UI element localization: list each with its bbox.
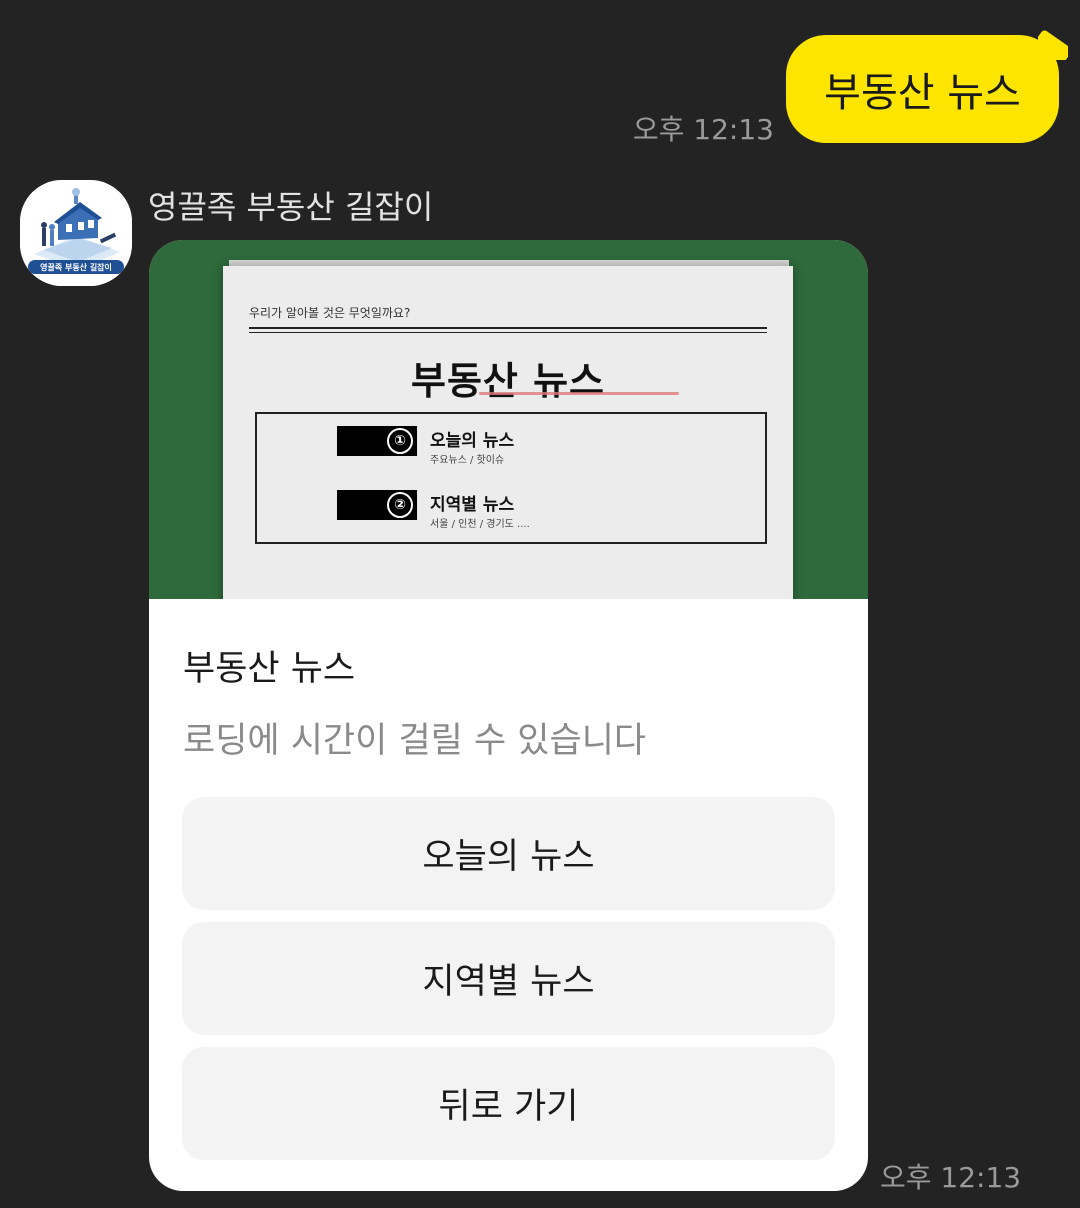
card-image[interactable]: 우리가 알아볼 것은 무엇일까요? 부동산 뉴스 ① 오늘의 뉴스 주요뉴스 /… xyxy=(149,240,868,599)
menu-item-subtitle: 주요뉴스 / 핫이슈 xyxy=(430,455,505,466)
newspaper-underline xyxy=(479,392,679,395)
message-card: 우리가 알아볼 것은 무엇일까요? 부동산 뉴스 ① 오늘의 뉴스 주요뉴스 /… xyxy=(149,240,868,1191)
menu-item-marker: ① xyxy=(337,426,417,456)
card-title: 부동산 뉴스 xyxy=(183,649,356,689)
menu-item-subtitle: 서울 / 인천 / 경기도 .... xyxy=(430,519,530,530)
menu-item-title: 오늘의 뉴스 xyxy=(430,431,515,451)
avatar-caption: 영끌족 부동산 길잡이 xyxy=(40,262,112,272)
newspaper-title: 부동산 뉴스 xyxy=(410,359,606,403)
newspaper: 우리가 알아볼 것은 무엇일까요? 부동산 뉴스 ① 오늘의 뉴스 주요뉴스 /… xyxy=(223,266,793,599)
number-one-icon: ① xyxy=(387,428,413,454)
newspaper-subtitle: 우리가 알아볼 것은 무엇일까요? xyxy=(249,306,411,320)
button-label: 뒤로 가기 xyxy=(438,1087,579,1127)
outgoing-message-text: 부동산 뉴스 xyxy=(824,70,1021,116)
regional-news-button[interactable]: 지역별 뉴스 xyxy=(182,922,835,1035)
button-label: 지역별 뉴스 xyxy=(422,962,595,1002)
menu-item-marker: ② xyxy=(337,490,417,520)
outgoing-message-bubble[interactable]: 부동산 뉴스 xyxy=(786,35,1059,143)
number-two-icon: ② xyxy=(387,492,413,518)
newspaper-menu-box: ① 오늘의 뉴스 주요뉴스 / 핫이슈 ② 지역별 뉴스 서울 / 인천 / 경… xyxy=(255,412,767,544)
card-description: 로딩에 시간이 걸릴 수 있습니다 xyxy=(183,721,647,761)
newspaper-rule xyxy=(249,327,767,329)
sender-avatar[interactable]: 영끌족 부동산 길잡이 xyxy=(20,180,132,286)
menu-item-title: 지역별 뉴스 xyxy=(430,495,515,515)
button-label: 오늘의 뉴스 xyxy=(422,837,595,877)
outgoing-message-time: 오후 12:13 xyxy=(632,113,774,146)
incoming-message-time: 오후 12:13 xyxy=(880,1161,1022,1194)
todays-news-button[interactable]: 오늘의 뉴스 xyxy=(182,797,835,910)
newspaper-rule xyxy=(249,332,767,333)
sender-name: 영끌족 부동산 길잡이 xyxy=(148,188,434,226)
house-logo-icon: 영끌족 부동산 길잡이 xyxy=(20,180,132,286)
go-back-button[interactable]: 뒤로 가기 xyxy=(182,1047,835,1160)
